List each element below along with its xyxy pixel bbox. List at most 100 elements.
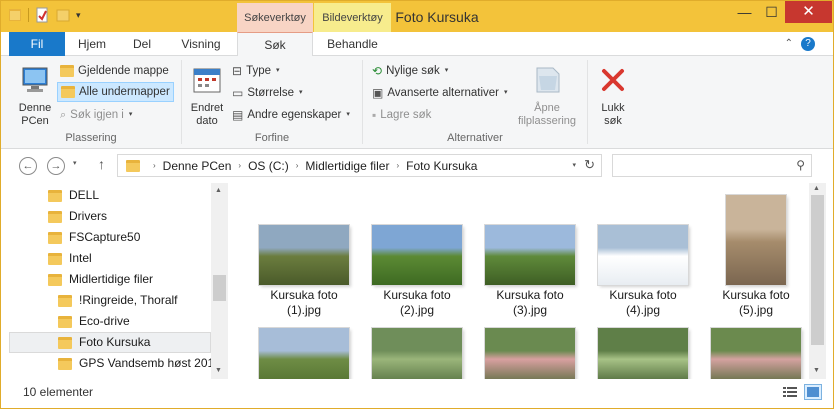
- details-view-icon: [783, 387, 797, 397]
- advanced-options-button[interactable]: ▣ Avanserte alternativer ▾: [369, 83, 511, 103]
- search-input[interactable]: ⚲: [612, 154, 812, 177]
- chevron-down-icon: ▾: [276, 67, 280, 74]
- minimize-button[interactable]: —: [731, 1, 758, 23]
- tab-visning[interactable]: Visning: [165, 32, 237, 56]
- scroll-up-icon[interactable]: ▲: [813, 185, 820, 192]
- tree-item[interactable]: Midlertidige filer: [1, 269, 209, 290]
- tree-item[interactable]: Drivers: [1, 206, 209, 227]
- file-item[interactable]: Kursuka foto (5).jpg: [701, 195, 811, 318]
- forward-button[interactable]: →: [47, 157, 65, 175]
- file-item[interactable]: [249, 328, 359, 379]
- folder-icon: [60, 65, 74, 77]
- tab-sok[interactable]: Søk: [237, 32, 313, 57]
- nav-scrollbar[interactable]: ▲ ▼: [211, 183, 228, 379]
- file-item[interactable]: [588, 328, 698, 379]
- breadcrumb-separator-icon[interactable]: ›: [396, 161, 399, 170]
- open-file-location-button[interactable]: Åpne filplassering: [511, 64, 583, 128]
- nav-scrollbar-thumb[interactable]: [213, 275, 226, 301]
- group-label-alternativer: Alternativer: [447, 132, 503, 144]
- breadcrumb-item[interactable]: Denne PCen: [163, 159, 232, 173]
- breadcrumb-item[interactable]: Midlertidige filer: [305, 159, 389, 173]
- content-scrollbar-thumb[interactable]: [811, 195, 824, 345]
- folder-icon[interactable]: [7, 7, 23, 23]
- tree-item[interactable]: GPS Vandsemb høst 2011: [1, 353, 220, 374]
- other-properties-button[interactable]: ▤ Andre egenskaper ▾: [229, 105, 353, 125]
- tree-item[interactable]: DELL: [1, 185, 209, 206]
- file-name: Kursuka foto (5).jpg: [722, 288, 790, 317]
- size-button[interactable]: ▭ Størrelse ▾: [229, 83, 306, 103]
- address-bar[interactable]: › Denne PCen › OS (C:) › Midlertidige fi…: [117, 154, 602, 177]
- new-folder-icon[interactable]: [55, 7, 71, 23]
- file-item[interactable]: Kursuka foto (2).jpg: [362, 225, 472, 318]
- chevron-down-icon[interactable]: ▾: [572, 161, 576, 169]
- close-search-button[interactable]: Lukk søk: [593, 64, 633, 128]
- file-item[interactable]: [475, 328, 585, 379]
- file-item[interactable]: Kursuka foto (4).jpg: [588, 225, 698, 318]
- tree-item-label: !Ringreide, Thoralf: [79, 293, 178, 307]
- tree-item[interactable]: !Ringreide, Thoralf: [1, 290, 209, 311]
- breadcrumb-item[interactable]: Foto Kursuka: [406, 159, 477, 173]
- tree-item[interactable]: Intel: [1, 248, 209, 269]
- photo-thumbnail: [726, 195, 786, 285]
- title-bar: ▾ Søkeverktøy Bildeverktøy Foto Kursuka …: [1, 1, 833, 32]
- this-pc-button[interactable]: Denne PCen: [15, 64, 55, 128]
- breadcrumb-item[interactable]: OS (C:): [248, 159, 289, 173]
- close-button[interactable]: ✕: [785, 1, 832, 23]
- type-button[interactable]: ⊟ Type ▾: [229, 61, 283, 81]
- save-search-button[interactable]: ▪ Lagre søk: [369, 105, 434, 125]
- maximize-button[interactable]: ☐: [758, 1, 785, 23]
- help-icon[interactable]: ?: [801, 37, 815, 51]
- quick-access-toolbar: ▾: [7, 7, 81, 23]
- all-subfolders-button[interactable]: Alle undermapper: [57, 82, 174, 102]
- all-subfolders-label: Alle undermapper: [79, 86, 170, 98]
- content-scrollbar[interactable]: ▲ ▼: [809, 183, 826, 379]
- tab-behandle[interactable]: Behandle: [314, 32, 391, 56]
- tree-item[interactable]: Foto Kursuka: [9, 332, 211, 353]
- ribbon-tabs: Fil Hjem Del Visning Søk Behandle ⌃ ?: [1, 32, 833, 57]
- collapse-ribbon-icon[interactable]: ⌃: [785, 38, 793, 49]
- folder-icon: [48, 231, 62, 244]
- folder-icon: [58, 315, 72, 328]
- tree-item[interactable]: FSCapture50: [1, 227, 209, 248]
- tree-item-label: Intel: [69, 251, 92, 265]
- file-item[interactable]: Kursuka foto (1).jpg: [249, 225, 359, 318]
- current-folder-button[interactable]: Gjeldende mappe: [57, 61, 172, 81]
- search-icon[interactable]: ⚲: [796, 158, 805, 172]
- file-name: Kursuka foto (1).jpg: [270, 288, 338, 317]
- scroll-down-icon[interactable]: ▼: [813, 367, 820, 374]
- large-icons-view-button[interactable]: [804, 384, 822, 400]
- scroll-down-icon[interactable]: ▼: [215, 367, 222, 374]
- file-item[interactable]: Kursuka foto (3).jpg: [475, 225, 585, 318]
- refresh-icon[interactable]: ↻: [584, 157, 595, 173]
- tab-del[interactable]: Del: [119, 32, 165, 56]
- date-modified-button[interactable]: Endret dato: [187, 64, 227, 128]
- recent-searches-button[interactable]: ⟲ Nylige søk ▾: [369, 61, 451, 81]
- breadcrumb-separator-icon[interactable]: ›: [296, 161, 299, 170]
- up-button[interactable]: ↑: [98, 156, 105, 172]
- tree-item[interactable]: Eco-drive: [1, 311, 209, 332]
- file-item[interactable]: [362, 328, 472, 379]
- properties-icon[interactable]: [34, 7, 50, 23]
- search-again-in-button[interactable]: ⌕ Søk igjen i ▾: [57, 105, 135, 125]
- breadcrumb-separator-icon[interactable]: ›: [238, 161, 241, 170]
- tab-hjem[interactable]: Hjem: [65, 32, 119, 56]
- qat-customize-icon[interactable]: ▾: [76, 10, 81, 21]
- tree-item-label: Drivers: [69, 209, 107, 223]
- photo-thumbnail: [259, 225, 349, 285]
- recent-searches-icon: ⟲: [372, 64, 383, 78]
- subfolders-icon: [61, 86, 75, 98]
- tab-fil[interactable]: Fil: [9, 32, 65, 56]
- recent-locations-button[interactable]: ▾: [73, 159, 77, 167]
- folder-icon: [48, 189, 62, 202]
- breadcrumb-separator-icon[interactable]: ›: [153, 161, 156, 170]
- large-icons-view-icon: [807, 387, 819, 397]
- folder-icon: [48, 273, 62, 286]
- scroll-up-icon[interactable]: ▲: [215, 187, 222, 194]
- other-properties-label: Andre egenskaper: [247, 109, 342, 121]
- calendar-icon: [193, 68, 221, 93]
- back-button[interactable]: ←: [19, 157, 37, 175]
- tree-item-label: Foto Kursuka: [79, 335, 151, 349]
- details-view-button[interactable]: [781, 384, 799, 400]
- search-again-icon: ⌕: [60, 109, 67, 121]
- file-item[interactable]: [701, 328, 811, 379]
